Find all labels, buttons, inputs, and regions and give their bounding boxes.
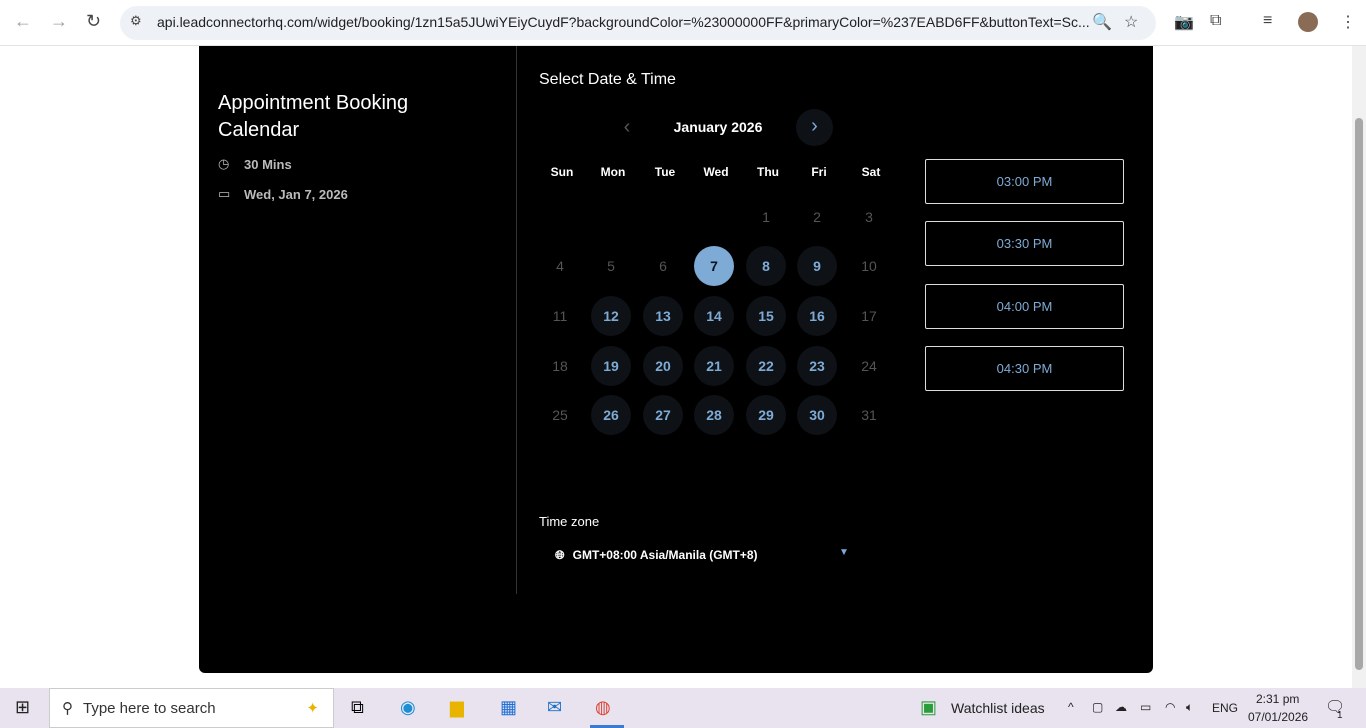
- watchlist-widget[interactable]: Watchlist ideas: [951, 700, 1045, 716]
- weekday-header: Mon: [600, 165, 626, 179]
- watchlist-icon[interactable]: ▣: [920, 697, 937, 718]
- menu-icon[interactable]: ⋮: [1340, 12, 1356, 32]
- day-cell[interactable]: 23: [797, 346, 837, 386]
- browser-toolbar: ← → ↻ ⚙ api.leadconnectorhq.com/widget/b…: [0, 0, 1366, 46]
- day-cell: 6: [659, 258, 667, 274]
- time-slot-button[interactable]: 03:00 PM: [925, 159, 1124, 204]
- chrome-icon[interactable]: ◍: [595, 697, 611, 718]
- day-cell: 5: [607, 258, 615, 274]
- url-text[interactable]: api.leadconnectorhq.com/widget/booking/1…: [157, 14, 1090, 30]
- caret-down-icon[interactable]: ▼: [839, 547, 849, 558]
- battery-icon[interactable]: ▭: [1140, 700, 1151, 714]
- language[interactable]: ENG: [1212, 701, 1238, 715]
- onedrive-icon[interactable]: ☁: [1115, 700, 1127, 714]
- day-cell: 4: [556, 258, 564, 274]
- extensions-icon[interactable]: ⧉: [1210, 12, 1221, 30]
- weekday-header: Thu: [757, 165, 779, 179]
- task-view-icon[interactable]: ⧉: [351, 697, 364, 718]
- day-cell: 1: [762, 209, 770, 225]
- day-cell[interactable]: 14: [694, 296, 734, 336]
- section-heading: Select Date & Time: [539, 71, 676, 88]
- scrollbar-thumb[interactable]: [1355, 118, 1363, 670]
- day-cell[interactable]: 9: [797, 246, 837, 286]
- calendar-icon: ▭: [218, 186, 231, 201]
- day-cell[interactable]: 13: [643, 296, 683, 336]
- clock-icon: ◷: [218, 156, 230, 171]
- time-slot-button[interactable]: 04:00 PM: [925, 284, 1124, 329]
- day-cell[interactable]: 28: [694, 395, 734, 435]
- day-cell: 24: [861, 358, 877, 374]
- clock-date[interactable]: 07/01/2026: [1248, 710, 1308, 724]
- day-cell[interactable]: 27: [643, 395, 683, 435]
- day-cell[interactable]: 19: [591, 346, 631, 386]
- clock-time[interactable]: 2:31 pm: [1256, 692, 1299, 706]
- day-cell[interactable]: 12: [591, 296, 631, 336]
- profile-avatar[interactable]: [1298, 12, 1318, 32]
- timezone-label: Time zone: [539, 514, 600, 529]
- day-cell[interactable]: 8: [746, 246, 786, 286]
- file-explorer-icon[interactable]: ▆: [450, 697, 464, 718]
- windows-start-icon[interactable]: ⊞: [15, 697, 30, 718]
- day-cell: 3: [865, 209, 873, 225]
- weekday-header: Fri: [811, 165, 827, 179]
- edge-icon[interactable]: ◉: [400, 697, 416, 718]
- day-cell: 18: [552, 358, 568, 374]
- day-cell[interactable]: 30: [797, 395, 837, 435]
- day-cell: 25: [552, 407, 568, 423]
- day-cell: 10: [861, 258, 877, 274]
- wifi-icon[interactable]: ◠: [1165, 700, 1175, 714]
- reload-icon[interactable]: ↻: [86, 11, 101, 32]
- divider: [516, 46, 517, 594]
- media-icon[interactable]: ≡: [1263, 12, 1272, 30]
- selected-date: ▭ Wed, Jan 7, 2026: [218, 186, 348, 202]
- taskbar-search[interactable]: ⚲ Type here to search ✦: [49, 688, 334, 728]
- day-cell: 11: [552, 308, 568, 324]
- sparkle-icon: ✦: [306, 700, 319, 717]
- meet-icon[interactable]: ▢: [1092, 700, 1103, 714]
- calendar-title: Appointment Booking Calendar: [218, 92, 409, 141]
- day-cell[interactable]: 21: [694, 346, 734, 386]
- day-cell: 17: [861, 308, 877, 324]
- day-cell[interactable]: 20: [643, 346, 683, 386]
- store-icon[interactable]: ▦: [500, 697, 517, 718]
- weekday-header: Wed: [703, 165, 729, 179]
- day-cell[interactable]: 22: [746, 346, 786, 386]
- show-hidden-icons[interactable]: ^: [1068, 700, 1074, 714]
- day-cell[interactable]: 29: [746, 395, 786, 435]
- volume-icon[interactable]: 🔈︎: [1186, 700, 1193, 715]
- day-cell[interactable]: 26: [591, 395, 631, 435]
- next-month-button[interactable]: ›: [796, 109, 833, 146]
- weekday-header: Tue: [654, 165, 676, 179]
- day-cell[interactable]: 15: [746, 296, 786, 336]
- prev-month-button[interactable]: ‹: [612, 113, 642, 143]
- back-icon[interactable]: ←: [14, 11, 32, 32]
- camera-icon[interactable]: 📷: [1174, 12, 1194, 32]
- timezone-select[interactable]: 🌐︎ GMT+08:00 Asia/Manila (GMT+8): [555, 546, 850, 564]
- time-slot-button[interactable]: 04:30 PM: [925, 346, 1124, 391]
- day-selected[interactable]: 7: [694, 246, 734, 286]
- outlook-icon[interactable]: ✉: [547, 697, 562, 718]
- month-label: January 2026: [673, 119, 763, 135]
- weekday-header: Sun: [550, 165, 574, 179]
- time-slot-button[interactable]: 03:30 PM: [925, 221, 1124, 266]
- notification-count: 1: [1337, 710, 1343, 721]
- bookmark-star-icon[interactable]: ☆: [1124, 12, 1138, 32]
- globe-icon: 🌐︎: [555, 547, 565, 562]
- day-cell: 2: [813, 209, 821, 225]
- day-cell[interactable]: 16: [797, 296, 837, 336]
- weekday-header: Sat: [861, 165, 881, 179]
- search-icon: ⚲: [62, 700, 73, 717]
- zoom-icon[interactable]: 🔍: [1092, 12, 1112, 32]
- site-info-icon[interactable]: ⚙: [130, 13, 142, 29]
- day-cell: 31: [861, 407, 877, 423]
- duration: ◷ 30 Mins: [218, 156, 292, 172]
- forward-icon[interactable]: →: [50, 11, 68, 32]
